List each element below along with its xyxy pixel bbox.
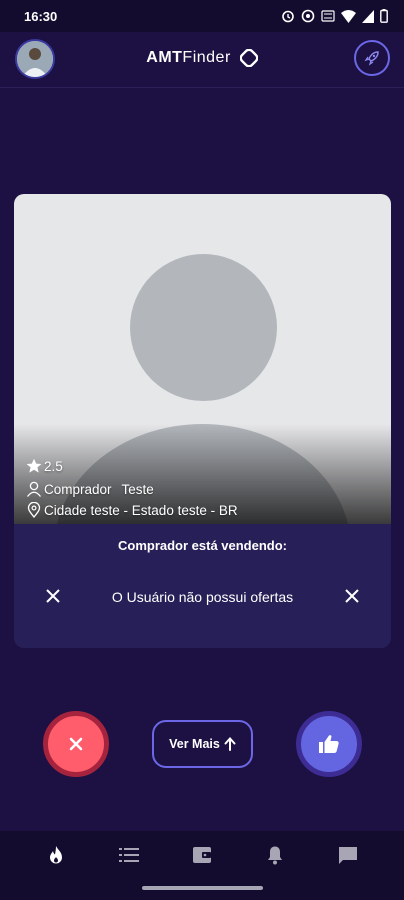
person-icon	[26, 481, 42, 497]
top-bar: AMTFinder	[0, 32, 404, 88]
status-icons	[281, 9, 388, 23]
home-pill[interactable]	[142, 886, 263, 890]
dislike-button[interactable]	[43, 711, 109, 777]
wifi-icon	[341, 9, 356, 23]
home-indicator	[0, 879, 404, 900]
status-bar: 16:30	[0, 0, 404, 32]
bell-icon	[267, 846, 282, 865]
volte-icon	[321, 10, 335, 22]
eye-icon	[301, 9, 315, 23]
boost-button[interactable]	[354, 40, 390, 76]
chat-icon	[338, 846, 357, 864]
bottom-nav	[0, 831, 404, 879]
logo-light: Finder	[182, 49, 231, 67]
logo-bold: AMT	[146, 49, 183, 67]
battery-icon	[380, 9, 388, 23]
close-right-icon[interactable]	[345, 589, 359, 603]
see-more-label: Ver Mais	[169, 737, 220, 751]
like-button[interactable]	[296, 711, 362, 777]
user-row: Comprador Teste	[26, 481, 154, 497]
see-more-button[interactable]: Ver Mais	[152, 720, 253, 768]
logo-mark-icon	[239, 49, 258, 67]
rating-value: 2.5	[44, 458, 63, 474]
star-icon	[26, 458, 42, 473]
user-location: Cidade teste - Estado teste - BR	[44, 502, 238, 518]
rocket-icon	[364, 51, 379, 66]
list-icon	[119, 848, 140, 862]
app-logo: AMTFinder	[0, 49, 404, 67]
location-pin-icon	[27, 502, 41, 518]
signal-icon	[362, 9, 374, 23]
wallet-icon	[192, 847, 211, 863]
nav-discover[interactable]	[36, 835, 76, 875]
rating-row: 2.5	[26, 458, 63, 474]
status-time: 16:30	[24, 8, 58, 24]
close-icon	[69, 737, 83, 751]
offers-title: Comprador está vendendo:	[117, 538, 288, 553]
offers-empty-message: O Usuário não possui ofertas	[111, 589, 294, 605]
user-role: Comprador	[44, 481, 112, 497]
location-row: Cidade teste - Estado teste - BR	[26, 502, 238, 518]
user-name: Teste	[121, 481, 154, 497]
arrow-up-icon	[224, 737, 236, 751]
nav-wallet[interactable]	[182, 835, 222, 875]
flame-icon	[50, 846, 63, 864]
nav-chat[interactable]	[328, 835, 368, 875]
placeholder-head	[130, 254, 277, 401]
nav-notifications[interactable]	[255, 835, 295, 875]
alarm-icon	[282, 10, 294, 23]
profile-photo	[14, 194, 391, 524]
thumbs-up-icon	[319, 735, 339, 753]
profile-card[interactable]: 2.5 Comprador Teste Cidade teste - Estad…	[14, 194, 391, 648]
offers-row: O Usuário não possui ofertas	[14, 582, 391, 612]
nav-list[interactable]	[109, 835, 149, 875]
